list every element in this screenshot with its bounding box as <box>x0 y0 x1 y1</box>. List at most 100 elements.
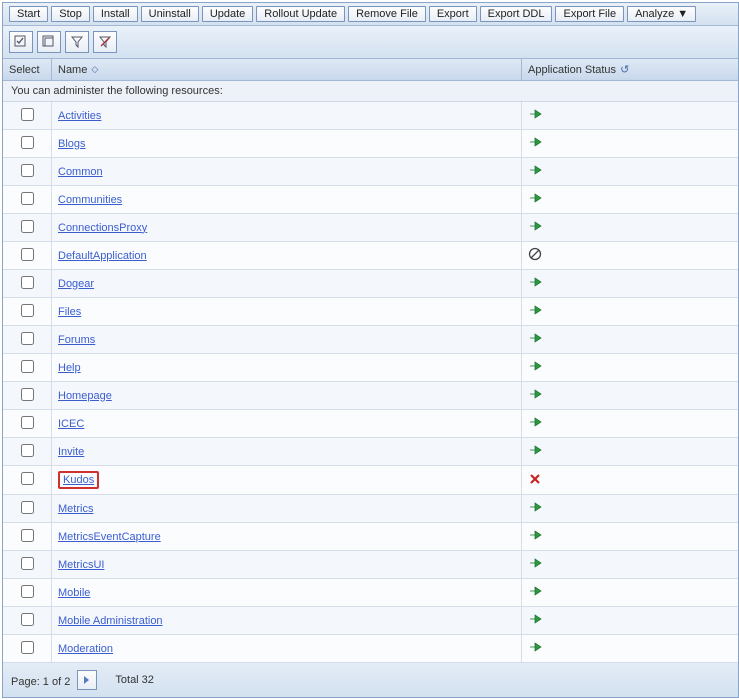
row-checkbox[interactable] <box>21 136 34 149</box>
application-link[interactable]: Files <box>58 306 81 318</box>
application-link[interactable]: Forums <box>58 334 95 346</box>
table-row: Common <box>3 158 738 186</box>
row-name-cell: Blogs <box>52 130 522 158</box>
row-checkbox[interactable] <box>21 276 34 289</box>
running-status-icon <box>528 612 542 626</box>
running-status-icon <box>528 443 542 457</box>
row-status-cell <box>522 523 739 551</box>
row-checkbox[interactable] <box>21 472 34 485</box>
filter-icon[interactable] <box>65 31 89 53</box>
row-checkbox[interactable] <box>21 585 34 598</box>
update-button[interactable]: Update <box>202 6 253 22</box>
row-status-cell <box>522 495 739 523</box>
icon-toolbar <box>3 26 738 59</box>
uninstall-button[interactable]: Uninstall <box>141 6 199 22</box>
row-checkbox[interactable] <box>21 444 34 457</box>
application-link[interactable]: Mobile <box>58 587 90 599</box>
application-link[interactable]: Common <box>58 166 103 178</box>
application-link[interactable]: ConnectionsProxy <box>58 222 147 234</box>
application-link[interactable]: Communities <box>58 194 122 206</box>
application-link[interactable]: Metrics <box>58 503 93 515</box>
row-select-cell <box>3 186 52 214</box>
application-link[interactable]: Blogs <box>58 138 86 150</box>
start-button[interactable]: Start <box>9 6 48 22</box>
application-link[interactable]: MetricsUI <box>58 559 104 571</box>
row-select-cell <box>3 551 52 579</box>
row-checkbox[interactable] <box>21 557 34 570</box>
table-row: Invite <box>3 438 738 466</box>
application-link[interactable]: Moderation <box>58 643 113 655</box>
table-row: Moderation <box>3 635 738 663</box>
row-name-cell: Kudos <box>52 466 522 495</box>
application-link[interactable]: Homepage <box>58 390 112 402</box>
row-select-cell <box>3 102 52 130</box>
header-name-label: Name <box>58 64 87 76</box>
application-link[interactable]: Invite <box>58 446 84 458</box>
row-status-cell <box>522 551 739 579</box>
row-checkbox[interactable] <box>21 304 34 317</box>
row-checkbox[interactable] <box>21 360 34 373</box>
table-row: DefaultApplication <box>3 242 738 270</box>
row-checkbox[interactable] <box>21 613 34 626</box>
application-link[interactable]: Activities <box>58 110 101 122</box>
running-status-icon <box>528 303 542 317</box>
row-checkbox[interactable] <box>21 332 34 345</box>
application-link[interactable]: MetricsEventCapture <box>58 531 161 543</box>
row-checkbox[interactable] <box>21 248 34 261</box>
header-name[interactable]: Name ◇ <box>52 59 522 80</box>
application-link[interactable]: Mobile Administration <box>58 615 163 627</box>
remove-file-button[interactable]: Remove File <box>348 6 426 22</box>
rollout-update-button[interactable]: Rollout Update <box>256 6 345 22</box>
row-checkbox[interactable] <box>21 388 34 401</box>
analyze-dropdown[interactable]: Analyze ▼ <box>627 6 696 22</box>
row-checkbox[interactable] <box>21 501 34 514</box>
export-file-button[interactable]: Export File <box>555 6 624 22</box>
row-select-cell <box>3 438 52 466</box>
row-select-cell <box>3 298 52 326</box>
row-status-cell <box>522 466 739 495</box>
row-status-cell <box>522 186 739 214</box>
row-name-cell: Help <box>52 354 522 382</box>
export-button[interactable]: Export <box>429 6 477 22</box>
row-status-cell <box>522 382 739 410</box>
row-checkbox[interactable] <box>21 529 34 542</box>
row-name-cell: Communities <box>52 186 522 214</box>
row-checkbox[interactable] <box>21 220 34 233</box>
application-link[interactable]: Kudos <box>58 471 99 489</box>
table-row: Homepage <box>3 382 738 410</box>
application-link[interactable]: Dogear <box>58 278 94 290</box>
row-checkbox[interactable] <box>21 108 34 121</box>
table-row: Dogear <box>3 270 738 298</box>
row-select-cell <box>3 607 52 635</box>
row-name-cell: Invite <box>52 438 522 466</box>
running-status-icon <box>528 556 542 570</box>
export-ddl-button[interactable]: Export DDL <box>480 6 553 22</box>
row-select-cell <box>3 410 52 438</box>
application-link[interactable]: DefaultApplication <box>58 250 147 262</box>
row-checkbox[interactable] <box>21 416 34 429</box>
unavailable-status-icon <box>528 247 542 261</box>
application-link[interactable]: Help <box>58 362 81 374</box>
row-checkbox[interactable] <box>21 192 34 205</box>
row-checkbox[interactable] <box>21 164 34 177</box>
application-link[interactable]: ICEC <box>58 418 84 430</box>
install-button[interactable]: Install <box>93 6 138 22</box>
next-page-button[interactable] <box>77 670 97 690</box>
deselect-all-icon[interactable] <box>37 31 61 53</box>
table-row: MetricsEventCapture <box>3 523 738 551</box>
row-name-cell: Moderation <box>52 635 522 663</box>
header-status[interactable]: Application Status ↺ <box>522 59 738 80</box>
sort-ascending-icon: ◇ <box>91 64 98 75</box>
running-status-icon <box>528 107 542 121</box>
row-name-cell: Files <box>52 298 522 326</box>
table-row: ICEC <box>3 410 738 438</box>
info-message: You can administer the following resourc… <box>3 81 738 102</box>
row-select-cell <box>3 495 52 523</box>
select-all-icon[interactable] <box>9 31 33 53</box>
action-toolbar: Start Stop Install Uninstall Update Roll… <box>3 3 738 26</box>
stop-button[interactable]: Stop <box>51 6 90 22</box>
row-name-cell: Forums <box>52 326 522 354</box>
table-row: Mobile Administration <box>3 607 738 635</box>
clear-filter-icon[interactable] <box>93 31 117 53</box>
row-checkbox[interactable] <box>21 641 34 654</box>
